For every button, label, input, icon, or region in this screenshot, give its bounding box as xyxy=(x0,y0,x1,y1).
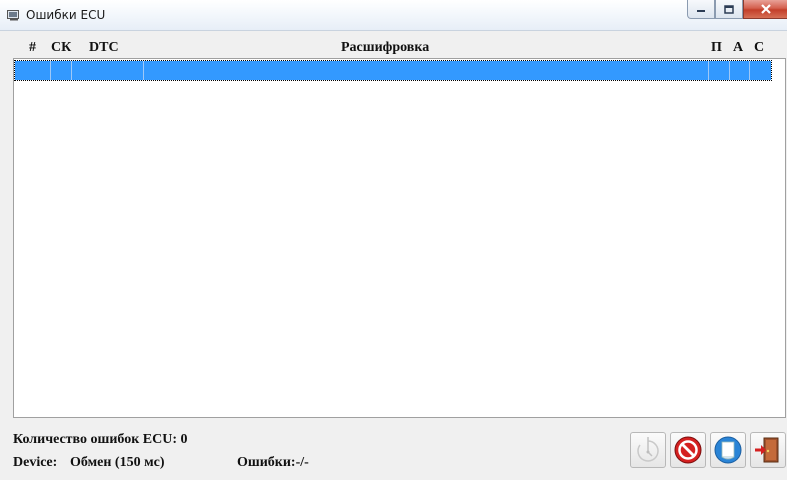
errors-status: Ошибки:-/- xyxy=(237,455,309,470)
errors-grid[interactable] xyxy=(13,58,786,418)
device-label: Device: xyxy=(13,455,58,470)
table-row[interactable] xyxy=(14,60,772,81)
window: Ошибки ECU # СК DTC Расшифровка П А С Ко… xyxy=(0,0,787,480)
table-cell xyxy=(51,61,72,80)
caption-buttons xyxy=(687,0,787,20)
column-header-number[interactable]: # xyxy=(29,40,36,56)
exit-icon xyxy=(755,437,779,463)
timer-icon xyxy=(637,437,659,462)
device-status: Обмен (150 мс) xyxy=(70,455,165,470)
column-header-c[interactable]: С xyxy=(754,40,764,56)
minimize-icon xyxy=(697,10,705,12)
grid-header: # СК DTC Расшифровка П А С xyxy=(13,38,771,58)
table-cell xyxy=(15,61,51,80)
error-count: Количество ошибок ECU: 0 xyxy=(13,432,188,447)
close-button[interactable] xyxy=(743,0,787,19)
maximize-icon xyxy=(724,4,734,14)
maximize-button[interactable] xyxy=(715,0,743,19)
clear-button[interactable] xyxy=(710,432,746,468)
table-cell xyxy=(72,61,144,80)
minimize-button[interactable] xyxy=(687,0,715,19)
close-icon xyxy=(761,4,771,14)
column-header-dtc[interactable]: DTC xyxy=(89,40,119,56)
window-title: Ошибки ECU xyxy=(26,8,106,22)
timer-button[interactable] xyxy=(630,432,666,468)
exit-button[interactable] xyxy=(750,432,786,468)
table-cell xyxy=(709,61,730,80)
table-cell xyxy=(144,61,709,80)
table-cell xyxy=(730,61,750,80)
title-bar[interactable]: Ошибки ECU xyxy=(0,0,787,31)
column-header-a[interactable]: А xyxy=(733,40,743,56)
app-icon xyxy=(7,10,19,21)
stop-icon xyxy=(674,436,702,464)
column-header-p[interactable]: П xyxy=(711,40,722,56)
column-header-ck[interactable]: СК xyxy=(51,40,71,56)
stop-button[interactable] xyxy=(670,432,706,468)
clear-icon xyxy=(714,436,742,464)
column-header-description[interactable]: Расшифровка xyxy=(341,40,429,56)
